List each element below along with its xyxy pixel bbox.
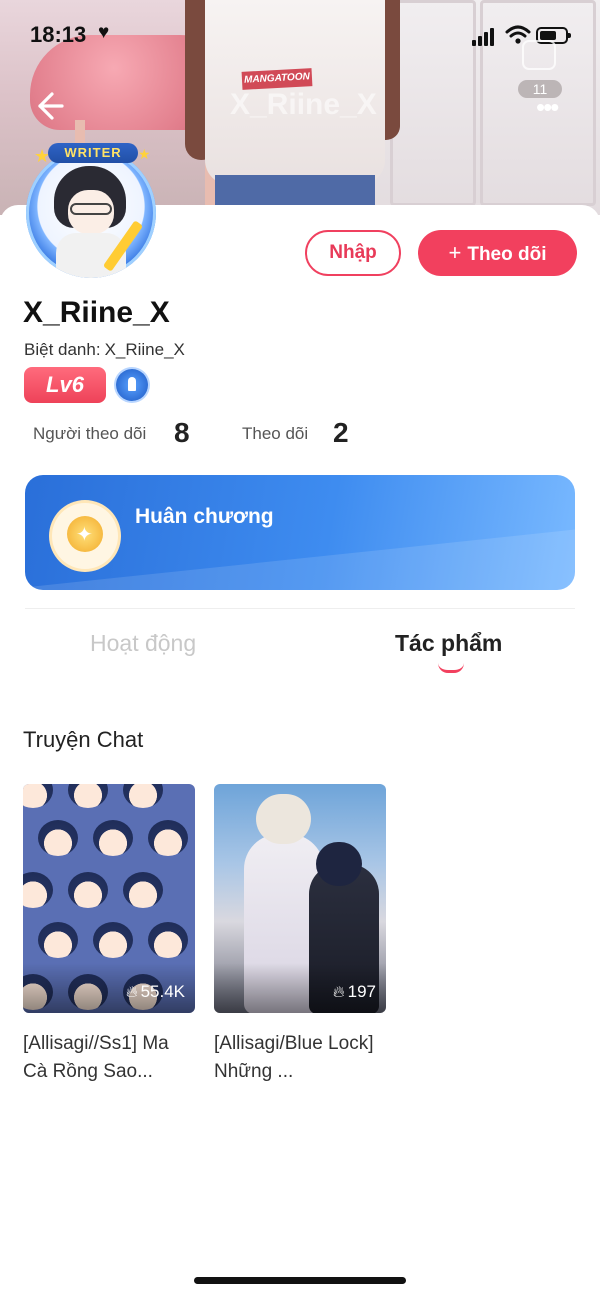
avatar-glasses	[70, 203, 112, 215]
pen-nib-icon[interactable]	[116, 369, 148, 401]
cover-pattern-face	[123, 784, 163, 808]
tab-works[interactable]: Tác phẩm	[395, 630, 502, 657]
header-title: X_Riine_X	[230, 88, 377, 121]
story-title-1[interactable]: [Allisagi//Ss1] Ma Cà Rồng Sao...	[23, 1030, 195, 1086]
cover-pattern-face	[68, 784, 108, 808]
following-count[interactable]: 2	[333, 417, 349, 449]
story-title-2[interactable]: [Allisagi/Blue Lock] Những ...	[214, 1030, 386, 1086]
medal-title: Huân chương	[135, 505, 274, 528]
home-indicator[interactable]	[194, 1277, 406, 1284]
star-icon: ★	[138, 146, 151, 162]
view-count-value: 197	[347, 982, 376, 1001]
cover-character-hair	[316, 842, 362, 886]
cover-pattern-face	[38, 922, 78, 958]
fire-icon: 🔥︎	[125, 984, 138, 1001]
back-arrow-icon[interactable]	[30, 88, 66, 124]
avatar[interactable]	[26, 148, 156, 278]
signal-icon	[472, 26, 498, 46]
medal-card[interactable]: ✦ Huân chương	[25, 475, 575, 590]
view-count: 🔥︎ 197	[333, 982, 376, 1002]
fire-icon: 🔥︎	[332, 984, 345, 1001]
cover-pattern-face	[148, 820, 188, 856]
cover-pattern-face	[93, 820, 133, 856]
cover-pattern-face	[93, 922, 133, 958]
view-count: 🔥︎ 55.4K	[126, 982, 185, 1002]
tab-activity[interactable]: Hoạt động	[90, 630, 196, 657]
import-button[interactable]: Nhập	[305, 230, 401, 276]
cover-pattern-face	[23, 872, 53, 908]
follow-button-label: Theo dõi	[467, 244, 547, 265]
followers-count[interactable]: 8	[174, 417, 190, 449]
username: X_Riine_X	[23, 296, 170, 329]
story-cover-1[interactable]: 🔥︎ 55.4K	[23, 784, 195, 1013]
writer-badge: WRITER	[48, 143, 138, 163]
following-label[interactable]: Theo dõi	[242, 424, 308, 444]
cover-character-hair	[256, 794, 311, 844]
nickname-label: Biệt danh:	[24, 340, 101, 359]
medal-icon: ✦	[52, 503, 118, 569]
plus-icon: +	[448, 240, 462, 265]
nickname-value: X_Riine_X	[104, 340, 185, 359]
cover-pattern-face	[123, 872, 163, 908]
follow-button[interactable]: + Theo dõi	[418, 230, 577, 276]
cover-pattern-face	[23, 784, 53, 808]
story-cover-2[interactable]: 🔥︎ 197	[214, 784, 386, 1013]
nickname: Biệt danh: X_Riine_X	[24, 340, 185, 360]
followers-label[interactable]: Người theo dõi	[33, 424, 146, 444]
cover-pattern-face	[38, 820, 78, 856]
more-dots-icon[interactable]: •••	[536, 94, 559, 120]
status-time: 18:13	[30, 22, 87, 47]
star-icon: ✦	[76, 524, 93, 546]
level-badge[interactable]: Lv6	[24, 367, 106, 403]
heart-icon: ♥	[98, 22, 110, 43]
banner-shirt-logo: MANGATOON	[241, 68, 313, 90]
banner-cabinet-panel	[390, 0, 476, 206]
cover-pattern-face	[148, 922, 188, 958]
divider	[25, 608, 575, 609]
cover-pattern-face	[68, 872, 108, 908]
share-icon[interactable]	[522, 40, 556, 70]
view-count-value: 55.4K	[140, 982, 185, 1001]
section-title: Truyện Chat	[23, 727, 144, 752]
